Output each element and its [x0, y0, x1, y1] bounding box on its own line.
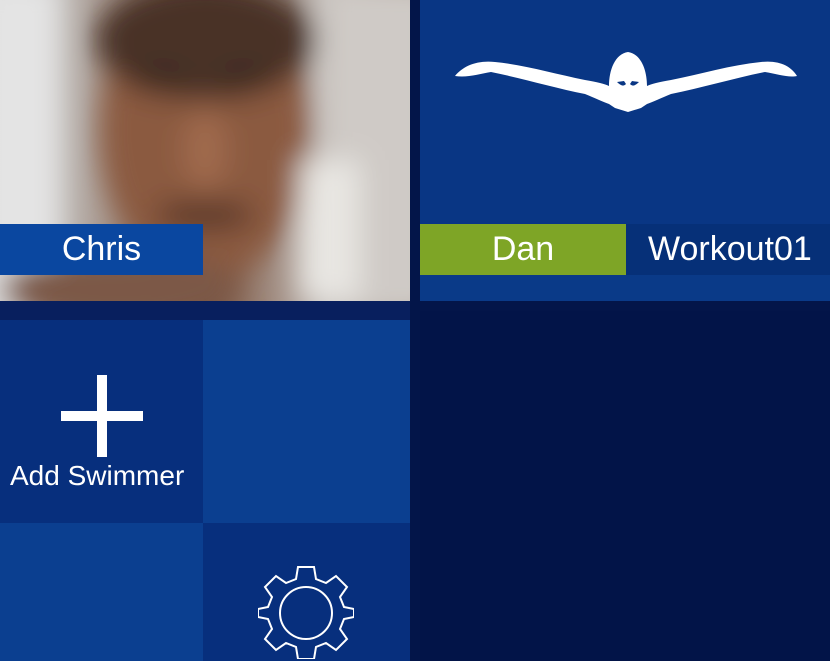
swimmer-tile-chris[interactable]: Chris [0, 0, 410, 301]
swimmer-logo-icon [455, 52, 797, 112]
empty-tile [0, 523, 203, 661]
settings-tile[interactable] [203, 523, 410, 661]
workout-name-label: Workout01 [626, 224, 830, 275]
tile-divider [0, 301, 410, 320]
plus-icon [61, 375, 143, 457]
add-swimmer-label: Add Swimmer [10, 460, 185, 491]
tile-footer-strip [420, 275, 830, 301]
empty-tile [203, 320, 410, 523]
swimmer-name-label: Chris [0, 224, 203, 275]
swimmer-tile-dan[interactable]: Dan Workout01 [420, 0, 830, 301]
swimmer-name-label: Dan [420, 224, 626, 275]
empty-tile-area [420, 311, 830, 661]
gear-icon [258, 566, 354, 659]
